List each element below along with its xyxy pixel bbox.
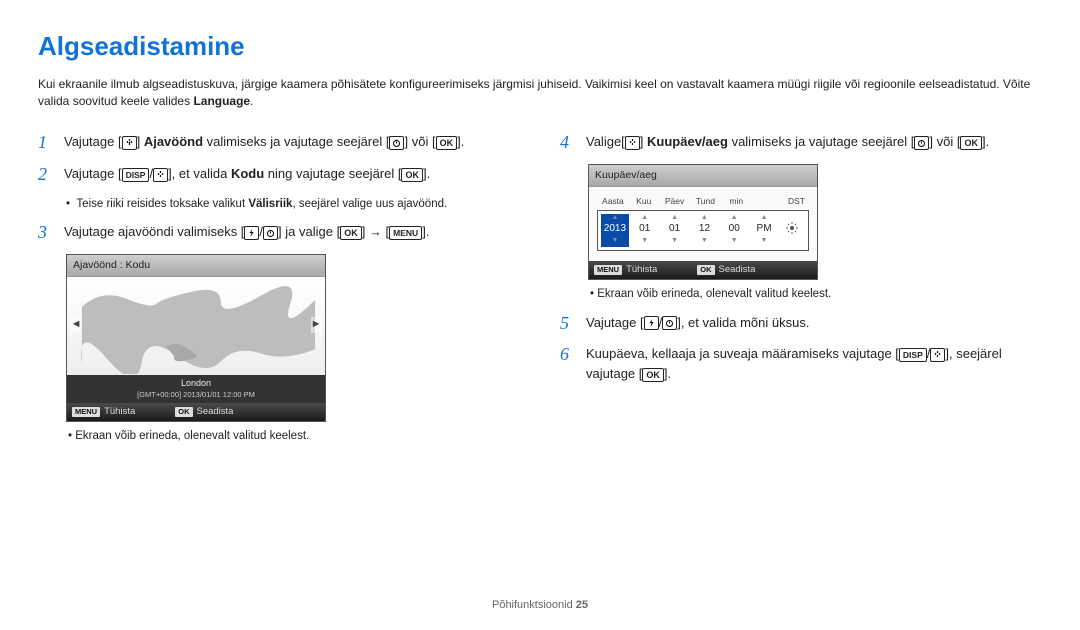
timer-icon	[389, 136, 404, 150]
min-cell: ▲00▼	[720, 214, 748, 248]
flash-icon	[644, 316, 659, 330]
step-5: 5 Vajutage [/], et valida mõni üksus.	[560, 313, 1042, 335]
step-number: 3	[38, 222, 54, 244]
step-6: 6 Kuupäeva, kellaaja ja suveaja määramis…	[560, 344, 1042, 384]
menu-icon: MENU	[389, 226, 422, 240]
left-column: 1 Vajutage [] Ajavöönd valimiseks ja vaj…	[38, 132, 520, 444]
ampm-cell: ▲PM▼	[750, 214, 778, 248]
flower-icon	[153, 168, 168, 182]
ok-icon: OK	[401, 168, 423, 182]
screen-note: Ekraan võib erineda, olenevalt valitud k…	[590, 286, 1042, 303]
step-2: 2 Vajutage [DISP/], et valida Kodu ning …	[38, 164, 520, 186]
flower-icon	[930, 348, 945, 362]
dst-cell	[780, 214, 805, 248]
step-number: 6	[560, 344, 576, 384]
map-caption: London [GMT+00:00] 2013/01/01 12:00 PM	[67, 375, 325, 403]
timer-icon	[662, 316, 677, 330]
step-number: 4	[560, 132, 576, 154]
prev-icon: ◄	[71, 317, 81, 333]
ok-icon: OK	[642, 368, 664, 382]
month-cell: ▲01▼	[631, 214, 659, 248]
screen-header: Kuupäev/aeg	[589, 165, 817, 187]
page-title: Algseadistamine	[38, 28, 1042, 66]
flash-icon	[244, 226, 259, 240]
year-cell: ▲2013▼	[601, 214, 629, 248]
ok-icon: OK	[340, 226, 362, 240]
timer-icon	[263, 226, 278, 240]
timezone-screenshot: Ajavöönd : Kodu ◄ ► London [GMT+00:00] 2…	[66, 254, 326, 422]
disp-icon: DISP	[899, 348, 927, 362]
flower-icon	[122, 136, 137, 150]
step-2-note: • Teise riiki reisides toksake valikut V…	[66, 196, 520, 213]
intro-text: Kui ekraanile ilmub algseadistuskuva, jä…	[38, 76, 1042, 111]
world-map: ◄ ►	[67, 277, 325, 375]
day-cell: ▲01▼	[661, 214, 689, 248]
columns: 1 Vajutage [] Ajavöönd valimiseks ja vaj…	[38, 132, 1042, 444]
step-number: 2	[38, 164, 54, 186]
timer-icon	[914, 136, 929, 150]
ok-icon: OK	[436, 136, 458, 150]
screen-footer: MENUTühista OKSeadista	[589, 261, 817, 279]
page-footer: Põhifunktsioonid 25	[0, 598, 1080, 614]
screen-footer: MENUTühista OKSeadista	[67, 403, 325, 421]
hour-cell: ▲12▼	[690, 214, 718, 248]
flower-icon	[625, 136, 640, 150]
step-3: 3 Vajutage ajavööndi valimiseks [/] ja v…	[38, 222, 520, 244]
step-number: 1	[38, 132, 54, 154]
next-icon: ►	[311, 317, 321, 333]
right-column: 4 Valige[] Kuupäev/aeg valimiseks ja vaj…	[560, 132, 1042, 444]
step-1: 1 Vajutage [] Ajavöönd valimiseks ja vaj…	[38, 132, 520, 154]
screen-header: Ajavöönd : Kodu	[67, 255, 325, 277]
sun-icon	[786, 222, 798, 234]
date-labels: Aasta Kuu Päev Tund min DST	[599, 195, 809, 207]
datetime-screenshot: Kuupäev/aeg Aasta Kuu Päev Tund min DST …	[588, 164, 818, 280]
step-4: 4 Valige[] Kuupäev/aeg valimiseks ja vaj…	[560, 132, 1042, 154]
disp-icon: DISP	[122, 168, 150, 182]
ok-icon: OK	[960, 136, 982, 150]
screen-note: Ekraan võib erineda, olenevalt valitud k…	[68, 428, 520, 445]
date-grid: ▲2013▼ ▲01▼ ▲01▼ ▲12▼ ▲00▼ ▲PM▼	[597, 210, 809, 252]
step-number: 5	[560, 313, 576, 335]
